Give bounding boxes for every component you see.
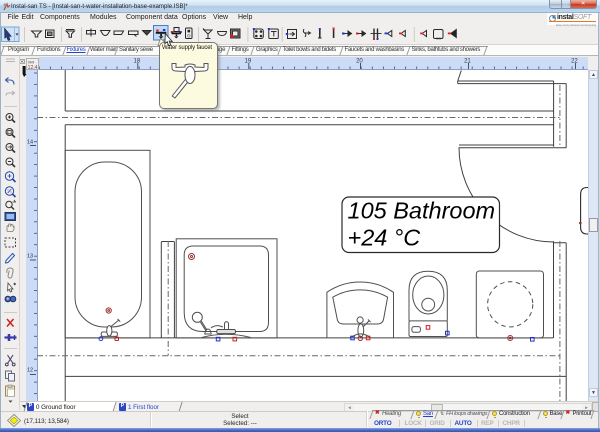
svg-text:18: 18 [133, 59, 140, 65]
svg-text:12: 12 [27, 368, 33, 374]
svg-text:+24 °C: +24 °C [348, 225, 422, 251]
svg-text:21: 21 [464, 59, 471, 65]
svg-text:105 Bathroom: 105 Bathroom [348, 198, 496, 224]
svg-text:20: 20 [356, 59, 363, 65]
svg-text:22: 22 [571, 59, 578, 65]
svg-text:19: 19 [244, 59, 251, 65]
svg-text:13: 13 [27, 254, 33, 260]
svg-text:14: 14 [27, 140, 33, 146]
